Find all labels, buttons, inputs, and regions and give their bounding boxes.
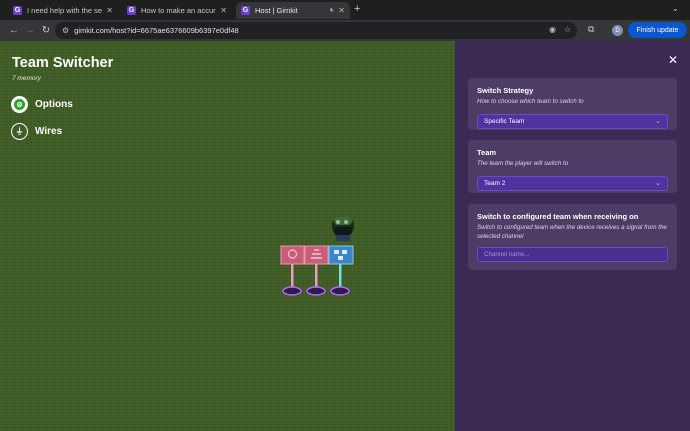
options-label: Options (35, 99, 73, 110)
tab-title: How to make an accurate "se (141, 6, 216, 15)
extensions-icon[interactable]: ⧉ (588, 24, 594, 35)
browser-tab-3[interactable]: G Host | Gimkit 🔇︎ ✕ (236, 2, 350, 19)
gimkit-favicon-icon: G (127, 6, 136, 15)
game-canvas[interactable]: Team Switcher 7 memory ⚙ Options ⏚ Wires (0, 41, 455, 431)
reload-icon[interactable]: ↻ (38, 25, 54, 36)
chevron-down-icon: ⌄ (655, 179, 661, 187)
gimkit-favicon-icon: G (241, 6, 250, 15)
section-description: The team the player will switch to (477, 160, 569, 167)
switch-strategy-section: Switch Strategy How to choose which team… (468, 78, 677, 130)
section-heading: Switch Strategy (477, 86, 534, 95)
device-options-panel: ✕ Switch Strategy How to choose which te… (455, 41, 690, 431)
select-value: Team 2 (484, 179, 506, 187)
eye-off-icon[interactable]: ◉ (549, 25, 556, 34)
mute-tab-icon[interactable]: 🔇︎ (330, 7, 334, 15)
player-character-icon (332, 217, 354, 241)
wires-label: Wires (35, 126, 63, 137)
close-tab-icon[interactable]: ✕ (220, 6, 227, 15)
address-bar[interactable]: ⚙ gimkit.com/host?id=6675ae6376609b6397e… (55, 22, 577, 39)
tab-strip: G I need help with the seconde ✕ G How t… (0, 0, 690, 20)
forward-icon[interactable]: → (22, 25, 38, 36)
team-select[interactable]: Team 2 ⌄ (477, 175, 668, 191)
device-title: Team Switcher (12, 55, 114, 71)
options-button[interactable]: ⚙ Options (11, 96, 73, 113)
finish-update-button[interactable]: Finish update (628, 22, 687, 38)
chevron-down-icon: ⌄ (655, 117, 661, 125)
section-description: How to choose which team to switch to (477, 98, 584, 105)
url-text: gimkit.com/host?id=6675ae6376609b6397e0d… (74, 26, 239, 35)
close-tab-icon[interactable]: ✕ (106, 6, 113, 15)
team-section: Team The team the player will switch to … (468, 140, 677, 193)
site-info-icon[interactable]: ⚙ (62, 26, 69, 35)
profile-avatar[interactable]: D (612, 25, 623, 36)
bookmark-star-icon[interactable]: ☆ (564, 25, 571, 34)
tab-title: Host | Gimkit (255, 6, 298, 15)
close-tab-icon[interactable]: ✕ (338, 6, 345, 15)
team-switcher-device-sprite[interactable] (276, 213, 366, 308)
section-heading: Switch to configured team when receiving… (477, 212, 639, 221)
receive-channel-section: Switch to configured team when receiving… (468, 204, 677, 270)
switch-strategy-select[interactable]: Specific Team ⌄ (477, 113, 668, 129)
browser-tab-2[interactable]: G How to make an accurate "se ✕ (122, 2, 232, 19)
back-icon[interactable]: ← (6, 25, 22, 36)
wires-icon: ⏚ (11, 123, 28, 140)
wires-button[interactable]: ⏚ Wires (11, 123, 62, 140)
gimkit-favicon-icon: G (13, 6, 22, 15)
section-heading: Team (477, 148, 497, 157)
section-description: Switch to configured team when the devic… (477, 224, 667, 240)
tab-search-icon[interactable]: ⌄ (672, 4, 679, 13)
options-icon: ⚙ (11, 96, 28, 113)
close-icon[interactable]: ✕ (668, 53, 678, 67)
channel-name-input[interactable]: Channel name... (477, 247, 668, 262)
new-tab-icon[interactable]: + (354, 3, 360, 15)
device-memory: 7 memory (12, 75, 41, 82)
tab-title: I need help with the seconde (27, 6, 103, 15)
select-value: Specific Team (484, 117, 525, 125)
browser-tab-1[interactable]: G I need help with the seconde ✕ (8, 2, 118, 19)
